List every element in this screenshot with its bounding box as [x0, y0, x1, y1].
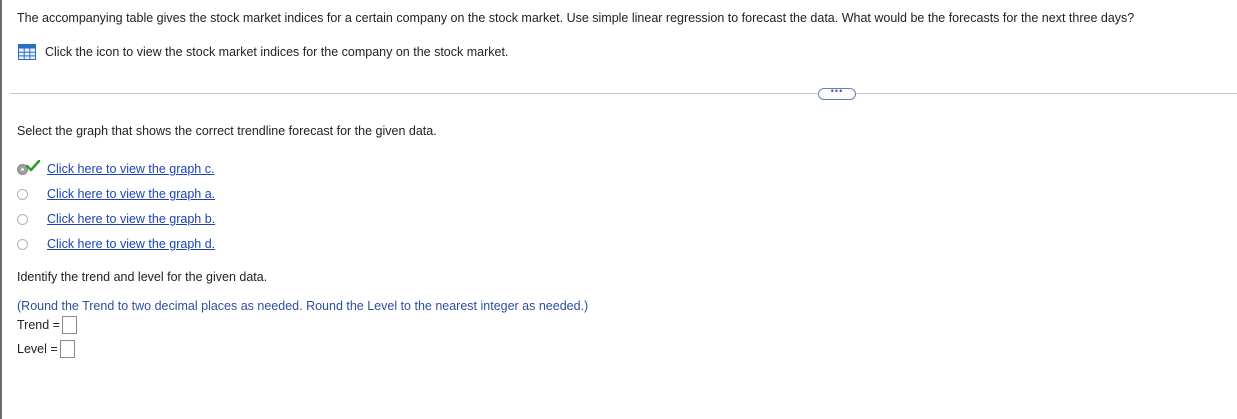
graph-option-d-link[interactable]: Click here to view the graph d.: [47, 237, 215, 251]
more-options-button[interactable]: •••: [818, 86, 856, 100]
level-label: Level =: [17, 342, 58, 356]
section-divider: [10, 93, 1237, 94]
graph-option-d[interactable]: Click here to view the graph d.: [17, 237, 215, 251]
trend-label: Trend =: [17, 318, 60, 332]
graph-prompt: Select the graph that shows the correct …: [17, 124, 437, 138]
trend-level-prompt: Identify the trend and level for the giv…: [17, 270, 268, 284]
level-input[interactable]: [59, 340, 75, 358]
table-grid-icon[interactable]: [18, 44, 36, 60]
level-answer-row: Level =: [17, 340, 75, 358]
graph-option-c-link[interactable]: Click here to view the graph c.: [47, 162, 214, 176]
radio-selected[interactable]: [17, 159, 40, 175]
rounding-note: (Round the Trend to two decimal places a…: [17, 299, 589, 313]
radio-unselected[interactable]: [17, 213, 28, 225]
left-border: [0, 0, 2, 419]
trend-answer-row: Trend =: [17, 316, 77, 334]
table-link-text: Click the icon to view the stock market …: [45, 45, 509, 59]
table-link-row[interactable]: Click the icon to view the stock market …: [18, 44, 508, 60]
more-options-label: •••: [830, 86, 844, 96]
graph-option-a-link[interactable]: Click here to view the graph a.: [47, 187, 215, 201]
graph-option-b-link[interactable]: Click here to view the graph b.: [47, 212, 215, 226]
graph-option-a[interactable]: Click here to view the graph a.: [17, 187, 215, 201]
check-mark-icon: [26, 159, 40, 171]
trend-input[interactable]: [61, 316, 77, 334]
radio-unselected[interactable]: [17, 238, 28, 250]
question-text: The accompanying table gives the stock m…: [17, 11, 1135, 25]
graph-option-c[interactable]: Click here to view the graph c.: [17, 159, 214, 176]
radio-unselected[interactable]: [17, 188, 28, 200]
graph-option-b[interactable]: Click here to view the graph b.: [17, 212, 215, 226]
